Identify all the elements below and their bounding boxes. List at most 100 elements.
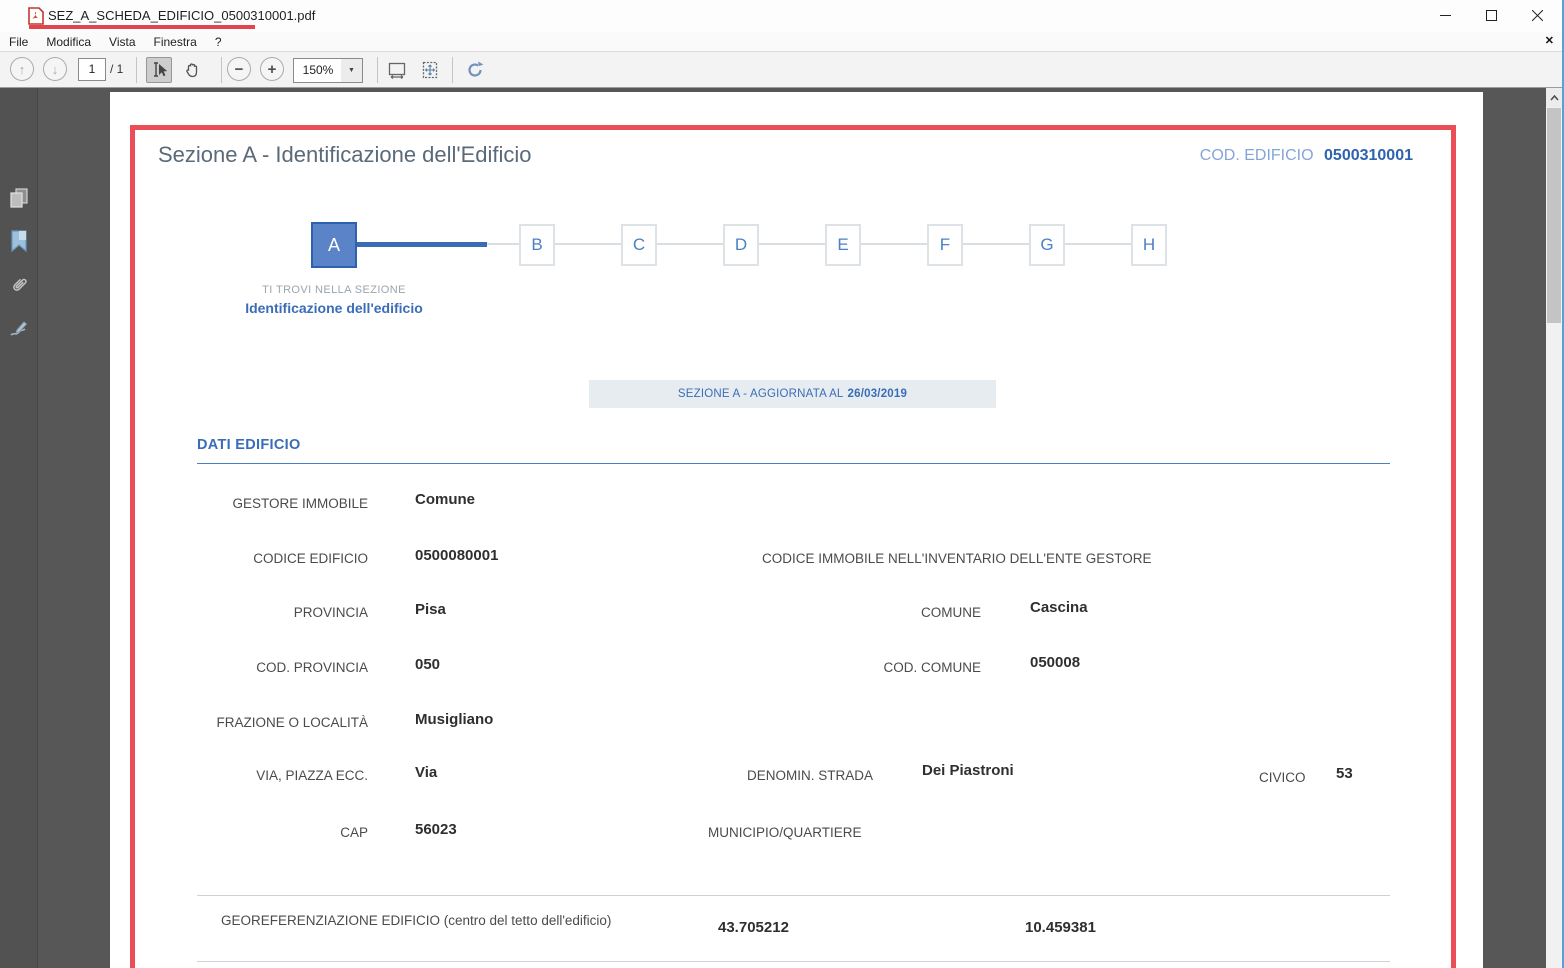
window-title: SEZ_A_SCHEDA_EDIFICIO_0500310001.pdf — [48, 8, 315, 23]
menu-finestra[interactable]: Finestra — [145, 32, 206, 51]
menu-bar: File Modifica Vista Finestra ? ✕ — [0, 32, 1562, 51]
hand-icon — [183, 61, 201, 79]
signature-button[interactable] — [7, 317, 31, 341]
menu-help[interactable]: ? — [206, 32, 231, 51]
field-value: Dei Piastroni — [922, 762, 1014, 779]
dati-edificio-rule — [197, 463, 1390, 464]
cod-edificio-label: COD. EDIFICIO — [1200, 147, 1314, 164]
fit-page-button[interactable] — [417, 57, 443, 83]
page-thumbnails-icon — [8, 187, 30, 209]
maximize-button[interactable] — [1468, 0, 1514, 30]
field-value: 050008 — [1030, 654, 1080, 671]
field-value: Comune — [415, 491, 475, 508]
cod-edificio-header: COD. EDIFICIO 0500310001 — [1200, 147, 1413, 165]
pdf-viewer-window: SEZ_A_SCHEDA_EDIFICIO_0500310001.pdf Fil… — [0, 0, 1564, 968]
cod-edificio-value: 0500310001 — [1324, 147, 1413, 164]
field-label: COD. PROVINCIA — [118, 660, 368, 675]
field-label: VIA, PIAZZA ECC. — [118, 768, 368, 783]
step-b: B — [519, 224, 555, 266]
step-f: F — [927, 224, 963, 266]
georef-label: GEOREFERENZIAZIONE EDIFICIO (centro del … — [221, 913, 611, 928]
field-label: CODICE EDIFICIO — [118, 551, 368, 566]
close-document-icon[interactable]: ✕ — [1545, 34, 1554, 47]
field-value: 53 — [1336, 765, 1353, 782]
field-value: 050 — [415, 656, 440, 673]
section-update-banner: SEZIONE A - AGGIORNATA AL 26/03/2019 — [589, 380, 996, 408]
field-value: 0500080001 — [415, 547, 498, 564]
zoom-in-button[interactable]: + — [260, 57, 284, 81]
page-number-input[interactable]: 1 — [78, 58, 106, 81]
vertical-scrollbar[interactable] — [1546, 88, 1562, 968]
fit-width-button[interactable] — [384, 57, 410, 83]
stepper-active-section: Identificazione dell'edificio — [184, 300, 484, 316]
minimize-button[interactable] — [1422, 0, 1468, 30]
chevron-down-icon: ▼ — [348, 67, 355, 74]
paperclip-icon — [8, 274, 30, 296]
signature-pen-icon — [8, 318, 30, 340]
refresh-view-button[interactable] — [462, 57, 488, 83]
divider — [197, 895, 1390, 896]
fit-width-icon — [387, 60, 407, 80]
field-label: CAP — [118, 825, 368, 840]
fit-page-icon — [420, 60, 440, 80]
field-value: Musigliano — [415, 711, 493, 728]
field-label: DENOMIN. STRADA — [673, 768, 873, 783]
field-label: COMUNE — [781, 605, 981, 620]
dati-edificio-heading: DATI EDIFICIO — [197, 437, 301, 453]
chevron-up-icon — [1550, 95, 1559, 101]
step-d: D — [723, 224, 759, 266]
page-thumbnails-button[interactable] — [7, 186, 31, 210]
menu-file[interactable]: File — [0, 32, 37, 51]
field-label: PROVINCIA — [118, 605, 368, 620]
step-e: E — [825, 224, 861, 266]
hand-tool-button[interactable] — [179, 57, 205, 83]
arrow-up-icon: ↑ — [19, 63, 26, 76]
previous-page-button[interactable]: ↑ — [10, 57, 34, 81]
update-banner-date: 26/03/2019 — [848, 388, 908, 400]
field-value: Cascina — [1030, 599, 1088, 616]
field-label: GESTORE IMMOBILE — [118, 496, 368, 511]
field-label: CODICE IMMOBILE NELL'INVENTARIO DELL'ENT… — [762, 551, 1152, 566]
circular-arrow-icon — [465, 60, 485, 80]
toolbar: ↑ ↓ 1 / 1 − + 150% ▼ — [0, 51, 1562, 88]
divider — [197, 961, 1390, 962]
minus-icon: − — [235, 62, 244, 77]
scrollbar-up-button[interactable] — [1546, 88, 1562, 107]
scrollbar-thumb[interactable] — [1547, 108, 1561, 323]
arrow-down-icon: ↓ — [52, 63, 59, 76]
bookmark-icon — [9, 230, 29, 252]
step-a: A — [311, 222, 357, 268]
field-value: Pisa — [415, 601, 446, 618]
red-underline-annotation — [29, 25, 255, 29]
georef-longitude: 10.459381 — [1025, 919, 1096, 936]
update-banner-text: SEZIONE A - AGGIORNATA AL — [678, 388, 844, 400]
next-page-button[interactable]: ↓ — [43, 57, 67, 81]
zoom-level-input[interactable]: 150% — [293, 58, 343, 83]
select-tool-button[interactable] — [146, 57, 172, 83]
field-label: MUNICIPIO/QUARTIERE — [708, 825, 862, 840]
page-total-label: / 1 — [110, 57, 123, 81]
zoom-out-button[interactable]: − — [227, 57, 251, 81]
step-c: C — [621, 224, 657, 266]
menu-vista[interactable]: Vista — [100, 32, 144, 51]
field-label: CIVICO — [1259, 770, 1306, 785]
pdf-page: Sezione A - Identificazione dell'Edifici… — [110, 92, 1483, 968]
field-value: 56023 — [415, 821, 457, 838]
close-button[interactable] — [1514, 0, 1560, 30]
document-section-title: Sezione A - Identificazione dell'Edifici… — [158, 142, 532, 168]
bookmarks-button[interactable] — [7, 229, 31, 253]
attachments-button[interactable] — [7, 273, 31, 297]
field-value: Via — [415, 764, 437, 781]
step-g: G — [1029, 224, 1065, 266]
title-bar: SEZ_A_SCHEDA_EDIFICIO_0500310001.pdf — [0, 0, 1562, 32]
stepper-caption: TI TROVI NELLA SEZIONE — [184, 284, 484, 296]
menu-modifica[interactable]: Modifica — [37, 32, 100, 51]
navigation-sidebar — [0, 88, 38, 968]
field-label: COD. COMUNE — [781, 660, 981, 675]
georef-latitude: 43.705212 — [718, 919, 789, 936]
field-label: FRAZIONE O LOCALITÀ — [118, 715, 368, 730]
zoom-dropdown-button[interactable]: ▼ — [341, 58, 363, 83]
plus-icon: + — [268, 62, 277, 77]
select-cursor-icon — [150, 61, 168, 79]
step-h: H — [1131, 224, 1167, 266]
